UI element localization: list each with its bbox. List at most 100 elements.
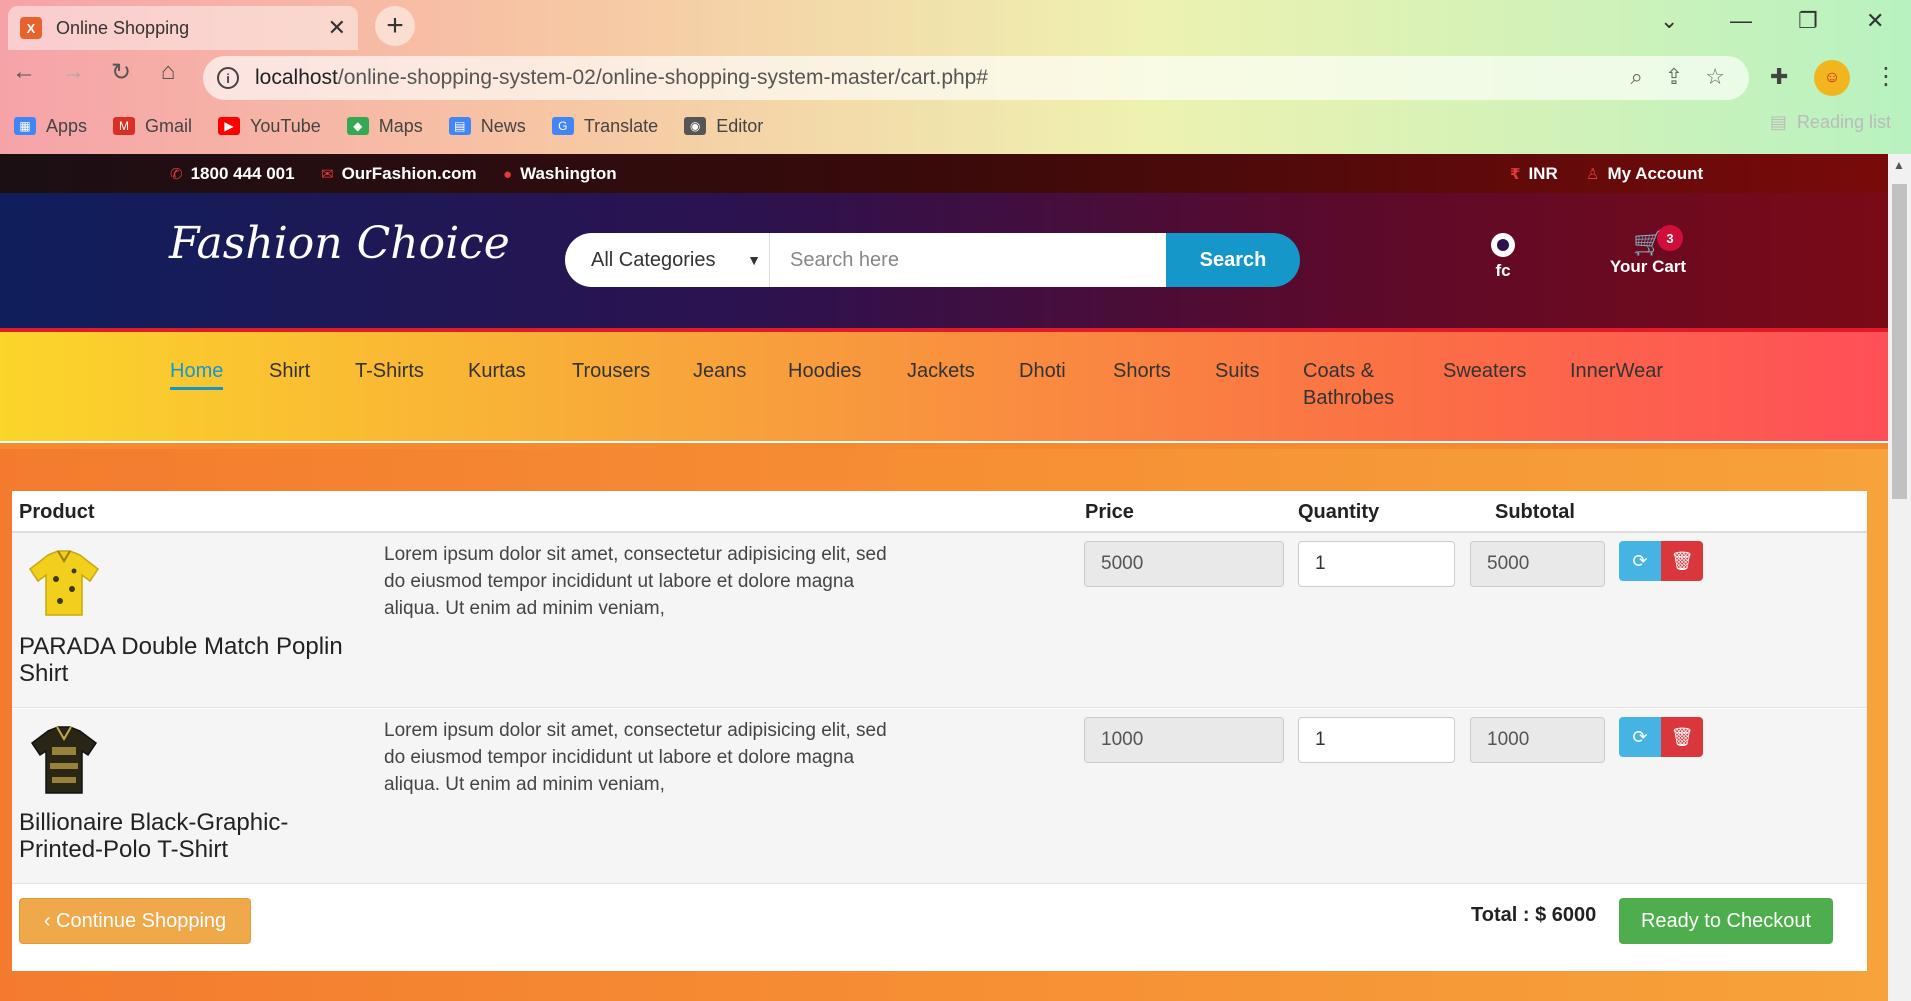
refresh-icon[interactable]: ⟳ bbox=[1619, 541, 1661, 581]
restore-icon[interactable]: ❐ bbox=[1798, 8, 1818, 34]
nav-item-home[interactable]: Home bbox=[170, 358, 224, 390]
price-field bbox=[1084, 717, 1284, 763]
tab-close-icon[interactable]: ✕ bbox=[328, 15, 346, 41]
github-link[interactable]: fc bbox=[1488, 233, 1518, 281]
search-input[interactable] bbox=[770, 233, 1166, 287]
currency-link[interactable]: ₹ INR bbox=[1510, 164, 1558, 184]
site-header: Fashion Choice All Categories ▼ Search f… bbox=[0, 193, 1888, 328]
close-window-icon[interactable]: ✕ bbox=[1866, 8, 1884, 34]
site-info-icon[interactable]: i bbox=[217, 67, 239, 89]
cart-count-badge: 3 bbox=[1657, 225, 1683, 251]
bookmarks-bar: ▦ Apps M Gmail ▶ YouTube ◆ Maps ▤ News G Translate ◉… bbox=[0, 112, 1911, 140]
share-icon[interactable]: ⇪ bbox=[1665, 64, 1683, 90]
email-text: OurFashion.com bbox=[341, 164, 477, 183]
envelope-icon: ✉ bbox=[321, 166, 334, 183]
zoom-icon[interactable]: ⌕ bbox=[1631, 64, 1643, 90]
extensions-puzzle-icon[interactable]: ✚ bbox=[1770, 64, 1788, 90]
category-nav: Home Shirt T-Shirts Kurtas Trousers Jeans Hood… bbox=[0, 328, 1888, 443]
nav-item-kurtas[interactable]: Kurtas bbox=[468, 358, 526, 385]
profile-avatar[interactable]: ☺ bbox=[1814, 60, 1850, 96]
github-label: fc bbox=[1495, 261, 1511, 280]
checkout-button[interactable]: Ready to Checkout bbox=[1619, 898, 1833, 944]
bookmark-news[interactable]: ▤ News bbox=[448, 115, 526, 137]
nav-item-shirt[interactable]: Shirt bbox=[269, 358, 310, 385]
tab-strip: X Online Shopping ✕ + ⌄ — ❐ ✕ bbox=[0, 0, 1911, 50]
nav-item-dhoti[interactable]: Dhoti bbox=[1019, 358, 1066, 385]
scroll-thumb[interactable] bbox=[1892, 184, 1907, 499]
bookmark-youtube[interactable]: ▶ YouTube bbox=[218, 116, 321, 137]
nav-item-hoodies[interactable]: Hoodies bbox=[788, 358, 861, 385]
url-path: /online-shopping-system-02/online-shoppi… bbox=[337, 66, 989, 89]
account-text: My Account bbox=[1607, 164, 1704, 183]
nav-item-jeans[interactable]: Jeans bbox=[693, 358, 746, 385]
cart-total: Total : $ 6000 bbox=[1471, 904, 1597, 926]
continue-shopping-button[interactable]: ‹ Continue Shopping bbox=[19, 898, 251, 944]
minimize-icon[interactable]: — bbox=[1730, 8, 1752, 34]
bookmark-apps[interactable]: ▦ Apps bbox=[14, 116, 87, 137]
back-icon[interactable]: ← bbox=[6, 58, 42, 86]
trash-icon[interactable]: 🗑 bbox=[1661, 541, 1703, 581]
location-link[interactable]: ● Washington bbox=[503, 164, 617, 184]
search-bar: All Categories ▼ Search bbox=[565, 233, 1300, 287]
bookmark-translate[interactable]: G Translate bbox=[551, 116, 658, 137]
my-account-link[interactable]: ♙ My Account bbox=[1586, 164, 1703, 184]
new-tab-button[interactable]: + bbox=[375, 6, 415, 46]
translate-icon: G bbox=[551, 117, 574, 135]
email-link[interactable]: ✉ OurFashion.com bbox=[321, 164, 477, 184]
trash-icon[interactable]: 🗑 bbox=[1661, 717, 1703, 757]
nav-item-suits[interactable]: Suits bbox=[1215, 358, 1259, 385]
product-name[interactable]: PARADA Double Match Poplin Shirt bbox=[19, 633, 349, 687]
category-select[interactable]: All Categories ▼ bbox=[565, 233, 770, 287]
reading-list-button[interactable]: ▤ Reading list bbox=[1770, 112, 1891, 133]
browser-menu-icon[interactable]: ⋮ bbox=[1874, 62, 1898, 91]
nav-item-shorts[interactable]: Shorts bbox=[1113, 358, 1171, 385]
category-select-value: All Categories bbox=[591, 248, 716, 271]
site-logo[interactable]: Fashion Choice bbox=[169, 218, 510, 269]
youtube-icon: ▶ bbox=[218, 117, 241, 135]
editor-globe-icon: ◉ bbox=[684, 117, 707, 135]
home-icon[interactable]: ⌂ bbox=[150, 58, 186, 86]
product-description: Lorem ipsum dolor sit amet, consectetur … bbox=[384, 720, 887, 795]
chevron-down-icon: ▼ bbox=[747, 252, 761, 268]
address-bar[interactable]: i localhost/online-shopping-system-02/on… bbox=[203, 56, 1749, 100]
nav-item-sweaters[interactable]: Sweaters bbox=[1443, 358, 1526, 385]
refresh-icon[interactable]: ⟳ bbox=[1619, 717, 1661, 757]
page-scrollbar[interactable]: ▲ bbox=[1888, 154, 1911, 1001]
browser-chrome: X Online Shopping ✕ + ⌄ — ❐ ✕ ← → ↻ ⌂ i … bbox=[0, 0, 1911, 154]
quantity-input[interactable] bbox=[1298, 717, 1455, 763]
news-icon: ▤ bbox=[448, 117, 471, 135]
browser-tab[interactable]: X Online Shopping ✕ bbox=[8, 6, 358, 50]
cart-item-row: Billionaire Black-Graphic-Printed-Polo T… bbox=[12, 709, 1867, 884]
maps-icon: ◆ bbox=[346, 117, 369, 135]
bookmark-gmail[interactable]: M Gmail bbox=[113, 116, 192, 137]
nav-item-trousers[interactable]: Trousers bbox=[572, 358, 650, 385]
tab-search-chevron-icon[interactable]: ⌄ bbox=[1660, 8, 1678, 34]
bookmark-star-icon[interactable]: ☆ bbox=[1705, 64, 1725, 90]
url-host: localhost bbox=[255, 66, 338, 89]
nav-label: Coats & bbox=[1303, 360, 1375, 382]
forward-icon[interactable]: → bbox=[55, 58, 91, 86]
url-text[interactable]: localhost/online-shopping-system-02/onli… bbox=[255, 66, 988, 90]
quantity-input[interactable] bbox=[1298, 541, 1455, 587]
nav-item-innerwear[interactable]: InnerWear bbox=[1570, 358, 1663, 385]
bookmark-maps[interactable]: ◆ Maps bbox=[346, 116, 423, 137]
product-image[interactable] bbox=[26, 725, 102, 795]
nav-item-jackets[interactable]: Jackets bbox=[907, 358, 975, 385]
bookmark-label: YouTube bbox=[250, 115, 321, 136]
subtotal-field bbox=[1470, 541, 1605, 587]
bookmark-editor[interactable]: ◉ Editor bbox=[684, 116, 763, 137]
user-icon: ♙ bbox=[1586, 166, 1600, 183]
xampp-favicon-icon: X bbox=[20, 17, 42, 39]
bookmark-label: News bbox=[480, 115, 526, 136]
cart-link[interactable]: 🛒 3 Your Cart bbox=[1605, 225, 1691, 277]
scroll-up-icon[interactable]: ▲ bbox=[1893, 158, 1905, 172]
cart-label: Your Cart bbox=[1609, 257, 1687, 276]
reload-icon[interactable]: ↻ bbox=[103, 58, 139, 87]
nav-item-coats[interactable]: Coats & Bathrobes bbox=[1303, 358, 1394, 412]
rupee-icon: ₹ bbox=[1510, 166, 1521, 183]
product-name[interactable]: Billionaire Black-Graphic-Printed-Polo T… bbox=[19, 809, 349, 863]
phone-link[interactable]: ✆ 1800 444 001 bbox=[170, 164, 295, 184]
nav-item-t-shirts[interactable]: T-Shirts bbox=[355, 358, 424, 385]
search-button[interactable]: Search bbox=[1166, 233, 1300, 287]
product-image[interactable] bbox=[26, 549, 102, 619]
